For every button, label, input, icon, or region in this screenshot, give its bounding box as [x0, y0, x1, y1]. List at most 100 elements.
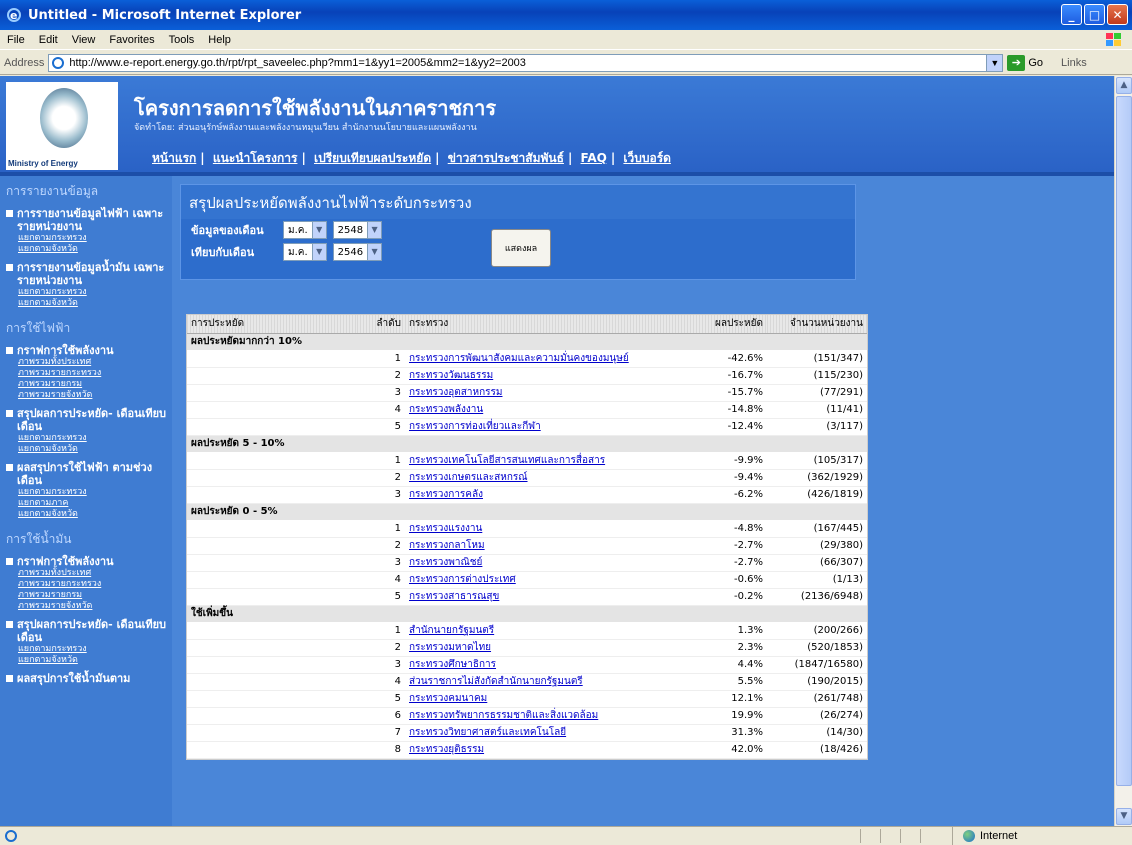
sidebar-link[interactable]: แยกตามจังหวัด	[6, 244, 172, 255]
ministry-link[interactable]: กระทรวงเทคโนโลยีสารสนเทศและการสื่อสาร	[405, 452, 699, 470]
cell-units: (200/266)	[767, 622, 867, 640]
sidebar-link[interactable]: แยกตามกระทรวง	[6, 287, 172, 298]
table-row: 3 กระทรวงการคลัง -6.2% (426/1819)	[187, 486, 867, 504]
page-icon	[52, 56, 65, 69]
sidebar-group-title[interactable]: กราฟการใช้พลังงาน	[17, 344, 114, 357]
ministry-link[interactable]: ส่วนราชการไม่สังกัดสำนักนายกรัฐมนตรี	[405, 673, 699, 691]
menu-view[interactable]: View	[65, 34, 103, 46]
sidebar-link[interactable]: ภาพรวมทั้งประเทศ	[6, 357, 172, 368]
table-row: 3 กระทรวงพาณิชย์ -2.7% (66/307)	[187, 554, 867, 572]
sidebar-link[interactable]: ภาพรวมรายกระทรวง	[6, 579, 172, 590]
sidebar-link[interactable]: แยกตามจังหวัด	[6, 509, 172, 520]
go-button[interactable]: ➔ Go	[1007, 54, 1043, 71]
ministry-link[interactable]: กระทรวงการพัฒนาสังคมและความมั่นคงของมนุษ…	[405, 350, 699, 368]
nav-home[interactable]: หน้าแรก	[152, 151, 196, 165]
sidebar-link[interactable]: แยกตามกระทรวง	[6, 644, 172, 655]
ministry-link[interactable]: กระทรวงกลาโหม	[405, 537, 699, 555]
sidebar-link[interactable]: ภาพรวมรายกรม	[6, 379, 172, 390]
cell-result: -0.2%	[699, 588, 767, 606]
ministry-link[interactable]: กระทรวงศึกษาธิการ	[405, 656, 699, 674]
scroll-thumb[interactable]	[1116, 96, 1132, 786]
table-group-row: ใช้เพิ่มขึ้น	[187, 605, 867, 622]
site-banner: Ministry of Energy โครงการลดการใช้พลังงา…	[0, 76, 1114, 172]
ministry-link[interactable]: กระทรวงอุตสาหกรรม	[405, 384, 699, 402]
ministry-link[interactable]: กระทรวงวิทยาศาสตร์และเทคโนโลยี	[405, 724, 699, 742]
menu-favorites[interactable]: Favorites	[102, 34, 161, 46]
vertical-scrollbar[interactable]: ▲ ▼	[1114, 76, 1132, 826]
cell-rank: 5	[357, 690, 405, 708]
ministry-link[interactable]: กระทรวงการคลัง	[405, 486, 699, 504]
ministry-link[interactable]: กระทรวงพาณิชย์	[405, 554, 699, 572]
ministry-logo[interactable]: Ministry of Energy	[6, 82, 118, 170]
links-button[interactable]: Links	[1061, 57, 1087, 69]
ministry-link[interactable]: กระทรวงการต่างประเทศ	[405, 571, 699, 589]
cell-units: (18/426)	[767, 741, 867, 759]
table-row: 5 กระทรวงการท่องเที่ยวและกีฬา -12.4% (3/117…	[187, 418, 867, 436]
ministry-link[interactable]: สำนักนายกรัฐมนตรี	[405, 622, 699, 640]
address-input[interactable]: http://www.e-report.energy.go.th/rpt/rpt…	[48, 53, 1004, 72]
ministry-link[interactable]: กระทรวงวัฒนธรรม	[405, 367, 699, 385]
cell-result: -6.2%	[699, 486, 767, 504]
sidebar-group-title[interactable]: สรุปผลการประหยัด- เดือนเทียบเดือน	[17, 618, 172, 644]
show-results-button[interactable]: แสดงผล	[491, 229, 551, 267]
ministry-link[interactable]: กระทรวงยุติธรรม	[405, 741, 699, 759]
ministry-link[interactable]: กระทรวงแรงงาน	[405, 520, 699, 538]
sidebar-group-title[interactable]: การรายงานข้อมูลน้ำมัน เฉพาะรายหน่วยงาน	[17, 261, 172, 287]
main-content: สรุปผลประหยัดพลังงานไฟฟ้าระดับกระทรวง ข้…	[180, 184, 856, 280]
current-year-select[interactable]: 2548 ▼	[332, 221, 383, 239]
sidebar-group-title[interactable]: สรุปผลการประหยัด- เดือนเทียบเดือน	[17, 407, 172, 433]
sidebar-link[interactable]: ภาพรวมรายจังหวัด	[6, 601, 172, 612]
nav-webboard[interactable]: เว็บบอร์ด	[623, 151, 671, 165]
sidebar-link[interactable]: แยกตามจังหวัด	[6, 444, 172, 455]
sidebar-group-title[interactable]: กราฟการใช้พลังงาน	[17, 555, 114, 568]
sidebar-link[interactable]: แยกตามจังหวัด	[6, 298, 172, 309]
ministry-link[interactable]: กระทรวงคมนาคม	[405, 690, 699, 708]
sidebar-group-title[interactable]: ผลสรุปการใช้ไฟฟ้า ตามช่วงเดือน	[17, 461, 172, 487]
group-label: ผลประหยัดมากกว่า 10%	[187, 333, 867, 350]
nav-faq[interactable]: FAQ	[581, 151, 607, 165]
address-dropdown-icon[interactable]: ▼	[986, 54, 1003, 71]
ministry-link[interactable]: กระทรวงพลังงาน	[405, 401, 699, 419]
sidebar-link[interactable]: ภาพรวมรายกระทรวง	[6, 368, 172, 379]
ministry-link[interactable]: กระทรวงทรัพยากรธรรมชาติและสิ่งแวดล้อม	[405, 707, 699, 725]
ministry-link[interactable]: กระทรวงเกษตรและสหกรณ์	[405, 469, 699, 487]
sidebar-link[interactable]: แยกตามจังหวัด	[6, 655, 172, 666]
cell-units: (26/274)	[767, 707, 867, 725]
sidebar-group-title[interactable]: ผลสรุปการใช้น้ำมันตาม	[17, 672, 130, 685]
sidebar-link[interactable]: ภาพรวมรายกรม	[6, 590, 172, 601]
ministry-link[interactable]: กระทรวงสาธารณสุข	[405, 588, 699, 606]
cell-result: -0.6%	[699, 571, 767, 589]
address-url: http://www.e-report.energy.go.th/rpt/rpt…	[69, 56, 526, 69]
sidebar-link[interactable]: ภาพรวมรายจังหวัด	[6, 390, 172, 401]
logo-text: Ministry of Energy	[8, 159, 78, 168]
compare-year-select[interactable]: 2546 ▼	[332, 243, 383, 261]
scroll-down-icon[interactable]: ▼	[1116, 808, 1132, 825]
compare-month-select[interactable]: ม.ค. ▼	[283, 243, 327, 261]
table-group-row: ผลประหยัดมากกว่า 10%	[187, 333, 867, 350]
cell-result: -4.8%	[699, 520, 767, 538]
sidebar-section-electricity: การใช้ไฟฟ้า	[6, 321, 71, 335]
ministry-link[interactable]: กระทรวงมหาดไทย	[405, 639, 699, 657]
sidebar-link[interactable]: แยกตามภาค	[6, 498, 172, 509]
sidebar-link[interactable]: ภาพรวมทั้งประเทศ	[6, 568, 172, 579]
menu-tools[interactable]: Tools	[162, 34, 202, 46]
ministry-link[interactable]: กระทรวงการท่องเที่ยวและกีฬา	[405, 418, 699, 436]
nav-compare[interactable]: เปรียบเทียบผลประหยัด	[314, 151, 431, 165]
nav-news[interactable]: ข่าวสารประชาสัมพันธ์	[448, 151, 564, 165]
nav-about[interactable]: แนะนำโครงการ	[213, 151, 298, 165]
cell-result: -16.7%	[699, 367, 767, 385]
minimize-button[interactable]: _	[1061, 4, 1082, 25]
close-button[interactable]: ✕	[1107, 4, 1128, 25]
sidebar-link[interactable]: แยกตามกระทรวง	[6, 487, 172, 498]
menu-help[interactable]: Help	[201, 34, 238, 46]
menu-file[interactable]: File	[0, 34, 32, 46]
sidebar-link[interactable]: แยกตามกระทรวง	[6, 433, 172, 444]
scroll-up-icon[interactable]: ▲	[1116, 77, 1132, 94]
current-month-select[interactable]: ม.ค. ▼	[283, 221, 327, 239]
maximize-button[interactable]: □	[1084, 4, 1105, 25]
sidebar-group: ผลสรุปการใช้น้ำมันตาม	[0, 670, 172, 689]
svg-text:e: e	[10, 9, 17, 22]
menu-edit[interactable]: Edit	[32, 34, 65, 46]
sidebar-link[interactable]: แยกตามกระทรวง	[6, 233, 172, 244]
sidebar-group-title[interactable]: การรายงานข้อมูลไฟฟ้า เฉพาะรายหน่วยงาน	[17, 207, 172, 233]
